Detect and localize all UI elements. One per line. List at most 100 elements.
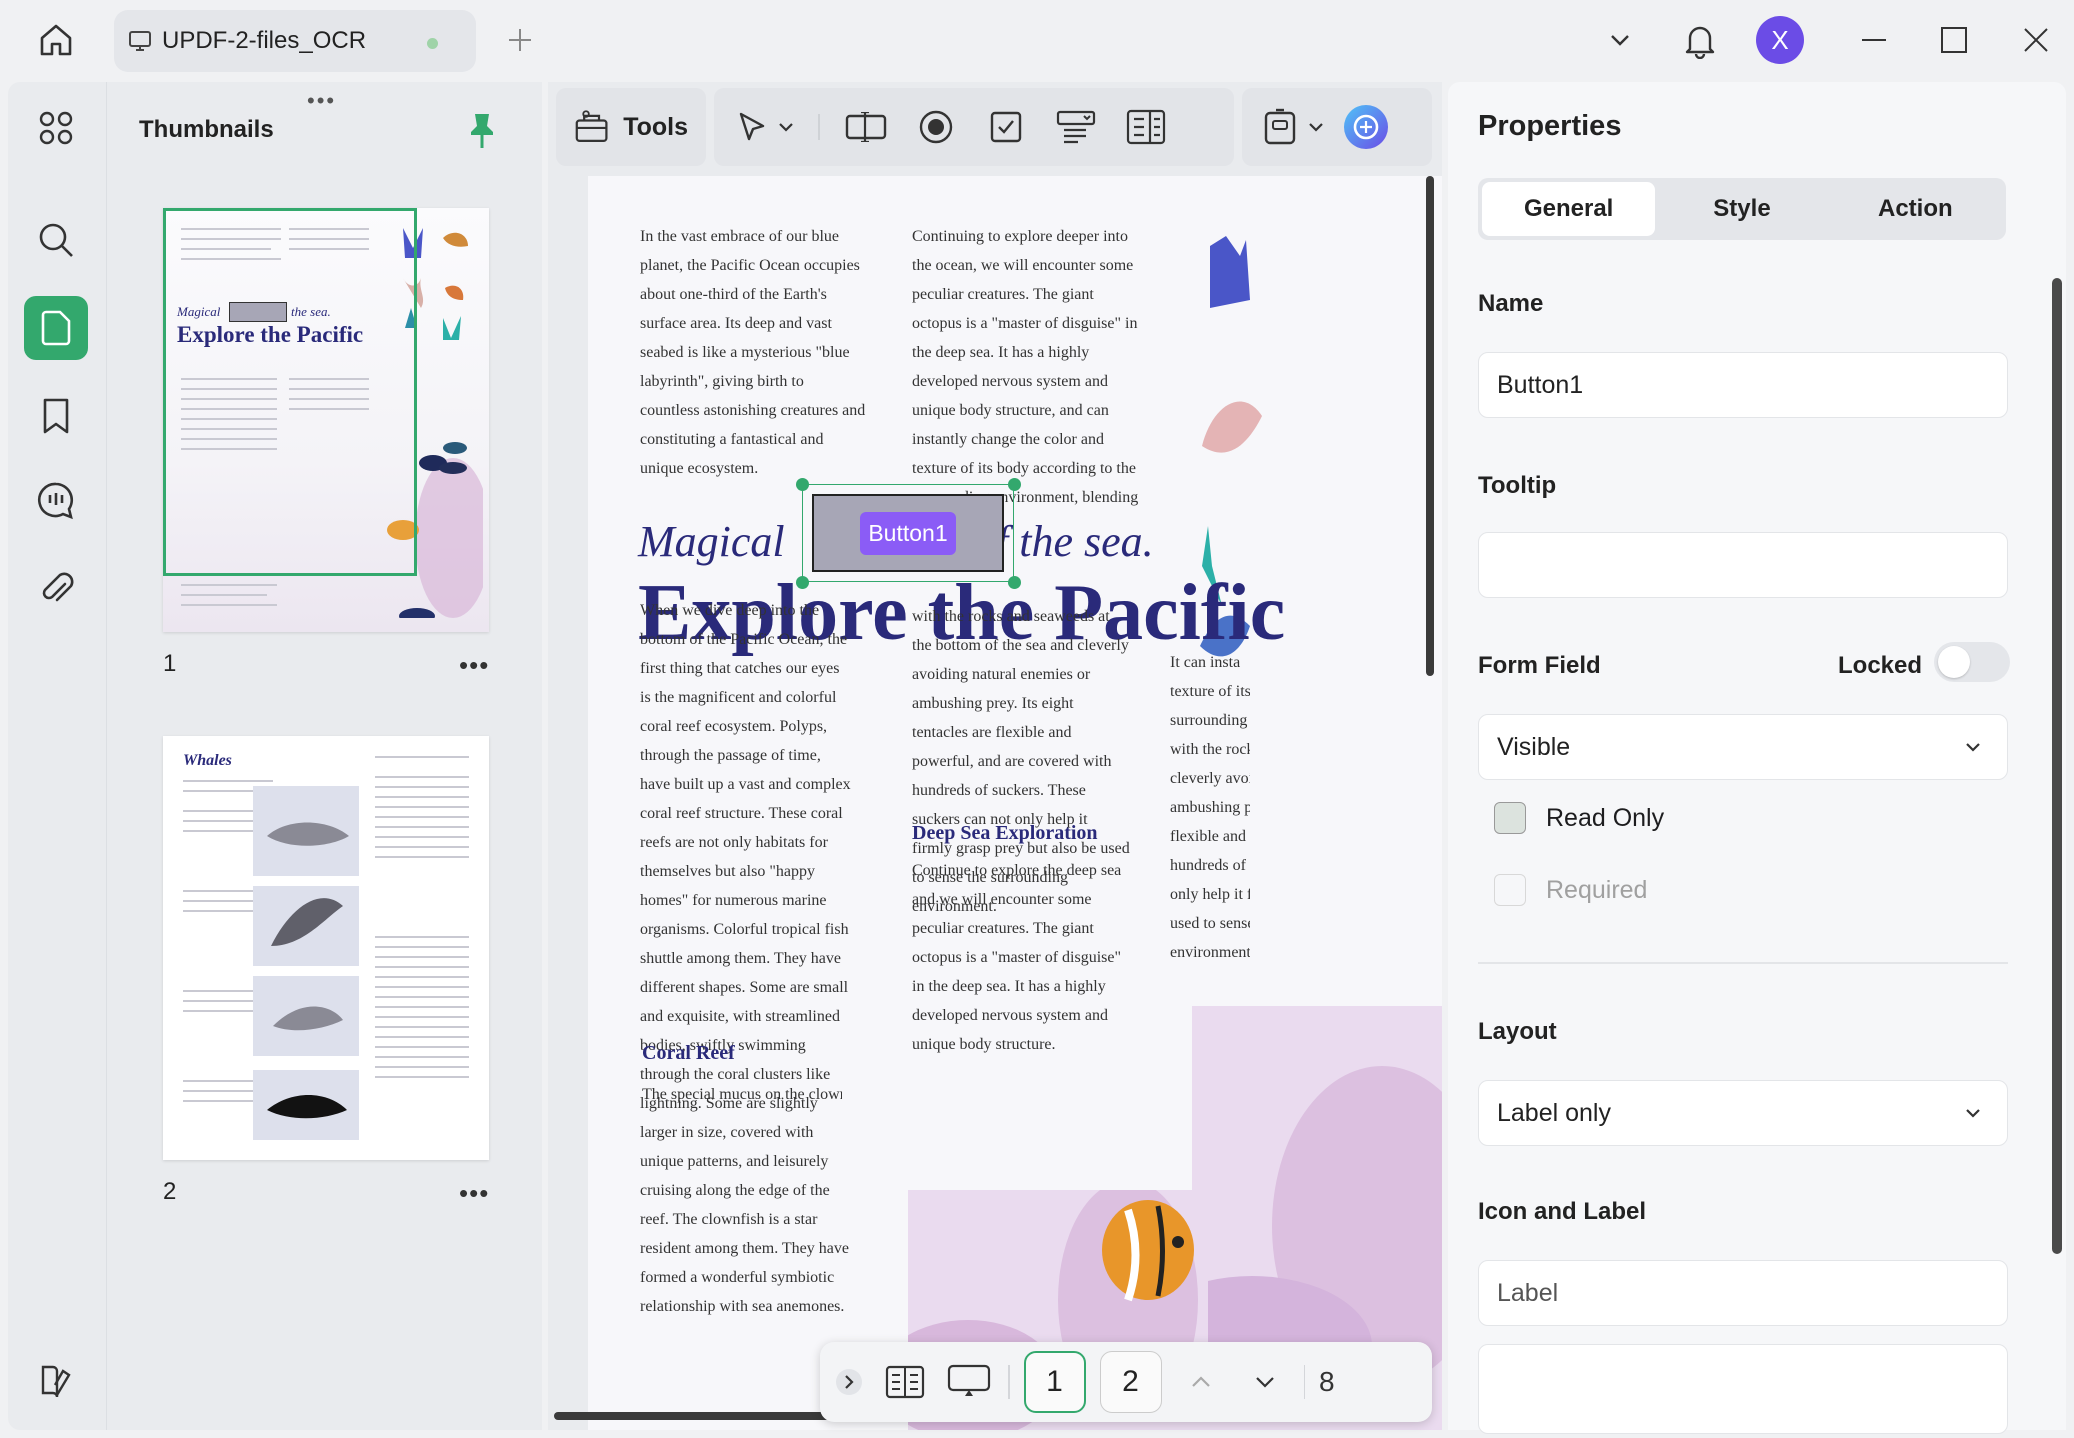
text-line: ambushing p: [1170, 799, 1250, 816]
page-layout-button[interactable]: [880, 1357, 930, 1407]
rail-apps-button[interactable]: [24, 96, 88, 160]
page-1-button[interactable]: 1: [1023, 1351, 1086, 1413]
chevron-down-icon: [1611, 35, 1629, 46]
edit-toolbar: Tools: [556, 88, 1432, 166]
required-checkbox[interactable]: [1494, 874, 1526, 906]
tab-action[interactable]: Action: [1829, 182, 2002, 236]
text-line: [375, 1026, 469, 1028]
panel-resize-handle[interactable]: •••: [307, 88, 336, 114]
document-tab[interactable]: UPDF-2-files_OCR: [114, 10, 476, 72]
chevron-down-icon[interactable]: [1306, 117, 1326, 137]
page-thumbnail-2[interactable]: Whales: [163, 736, 489, 1160]
pin-panel-button[interactable]: [467, 112, 497, 155]
resize-handle[interactable]: [1008, 576, 1021, 589]
rail-bookmarks-button[interactable]: [24, 384, 88, 448]
resize-handle[interactable]: [796, 576, 809, 589]
checkbox-tool-button[interactable]: [982, 103, 1030, 151]
radio-tool-button[interactable]: [912, 103, 960, 151]
locked-toggle[interactable]: [1934, 642, 2010, 682]
previous-page-button[interactable]: [1176, 1357, 1226, 1407]
text-line: [375, 816, 469, 818]
rail-comments-button[interactable]: [24, 468, 88, 532]
chevron-down-icon[interactable]: [776, 117, 796, 137]
thumbnail-more-button[interactable]: •••: [459, 1178, 489, 1209]
left-rail: [8, 82, 106, 1430]
comment-icon: [37, 482, 74, 520]
page-2-button[interactable]: 2: [1099, 1351, 1162, 1413]
text-line: [375, 1006, 469, 1008]
text-line: [181, 594, 267, 596]
maximize-button[interactable]: [1928, 14, 1980, 66]
title-bar: UPDF-2-files_OCR X: [0, 0, 2074, 80]
visibility-value: Visible: [1497, 732, 1571, 761]
required-label: Required: [1546, 875, 1648, 904]
tools-button[interactable]: Tools: [556, 88, 706, 166]
text-line: [375, 806, 469, 808]
required-option[interactable]: Required: [1494, 874, 1647, 906]
button-field-face[interactable]: Button1: [812, 494, 1004, 572]
read-only-checkbox[interactable]: [1494, 802, 1526, 834]
select-tool-button[interactable]: [728, 103, 776, 151]
maximize-icon: [1941, 27, 1967, 53]
magical-heading: Magical: [638, 517, 785, 566]
new-tab-button[interactable]: [500, 20, 540, 60]
vertical-scrollbar[interactable]: [1426, 176, 1434, 676]
read-only-option[interactable]: Read Only: [1494, 802, 1664, 834]
rail-attachments-button[interactable]: [24, 556, 88, 620]
tab-general[interactable]: General: [1482, 182, 1656, 236]
ai-assistant-icon: [1344, 105, 1388, 149]
minimize-button[interactable]: [1848, 14, 1900, 66]
tooltip-field[interactable]: [1478, 532, 2008, 598]
list-box-tool-button[interactable]: [1122, 103, 1170, 151]
coral-reef-text: The special mucus on the clownfish makes…: [642, 1086, 842, 1103]
button-field-label: Button1: [860, 511, 956, 555]
ai-assistant-button[interactable]: [1342, 103, 1390, 151]
rail-search-button[interactable]: [24, 208, 88, 272]
zoom-readout[interactable]: 8: [1319, 1357, 1343, 1407]
text-line: [375, 936, 469, 938]
text-field-tool-button[interactable]: [842, 103, 890, 151]
expand-bar-button[interactable]: [832, 1357, 866, 1407]
text-line: [375, 776, 469, 778]
toolbar-divider: [818, 114, 820, 140]
tabs-dropdown-button[interactable]: [1594, 14, 1646, 66]
name-field[interactable]: Button1: [1478, 352, 2008, 418]
dropdown-tool-button[interactable]: [1052, 103, 1100, 151]
rail-sidebar-toggle-button[interactable]: [24, 1348, 88, 1412]
label-preview-box[interactable]: [1478, 1344, 2008, 1434]
resize-handle[interactable]: [796, 478, 809, 491]
coral-reef-heading: Coral Reef: [642, 1042, 735, 1064]
button-form-field[interactable]: Button1: [796, 478, 1021, 589]
account-button[interactable]: X: [1754, 14, 1806, 66]
layout-select[interactable]: Label only: [1478, 1080, 2008, 1146]
properties-scrollbar[interactable]: [2052, 278, 2062, 1254]
tab-style[interactable]: Style: [1655, 182, 1828, 236]
text-line: [375, 976, 469, 978]
label-field[interactable]: Label: [1478, 1260, 2008, 1326]
rail-thumbnails-button[interactable]: [24, 296, 88, 360]
text-line: [375, 946, 469, 948]
thumbnail-more-button[interactable]: •••: [459, 650, 489, 681]
home-button[interactable]: [30, 18, 82, 62]
notifications-button[interactable]: [1674, 14, 1726, 66]
text-line: [375, 986, 469, 988]
paperclip-icon: [42, 572, 74, 602]
button-tool-button[interactable]: [1256, 103, 1304, 151]
visibility-select[interactable]: Visible: [1478, 714, 2008, 780]
text-line: flexible and p: [1170, 828, 1250, 845]
resize-handle[interactable]: [1008, 478, 1021, 491]
intro-paragraph: In the vast embrace of our blue planet, …: [640, 222, 866, 483]
page-thumbnail-1[interactable]: Magical the sea. Explore the Pacific: [163, 208, 489, 632]
presentation-button[interactable]: [944, 1357, 994, 1407]
text-line: [375, 1046, 469, 1048]
close-window-button[interactable]: [2010, 14, 2062, 66]
book-open-icon: [41, 1365, 71, 1398]
tab-title: UPDF-2-files_OCR: [162, 27, 367, 54]
next-page-button[interactable]: [1240, 1357, 1290, 1407]
layout-label: Layout: [1478, 1018, 1557, 1045]
extra-tools-group: [1242, 88, 1432, 166]
form-field-label: Form Field: [1478, 652, 1601, 679]
clipped-column: It can insta texture of its surrounding …: [1170, 648, 1250, 967]
combo-box-icon: [1056, 110, 1095, 144]
text-field-icon: [845, 112, 886, 142]
